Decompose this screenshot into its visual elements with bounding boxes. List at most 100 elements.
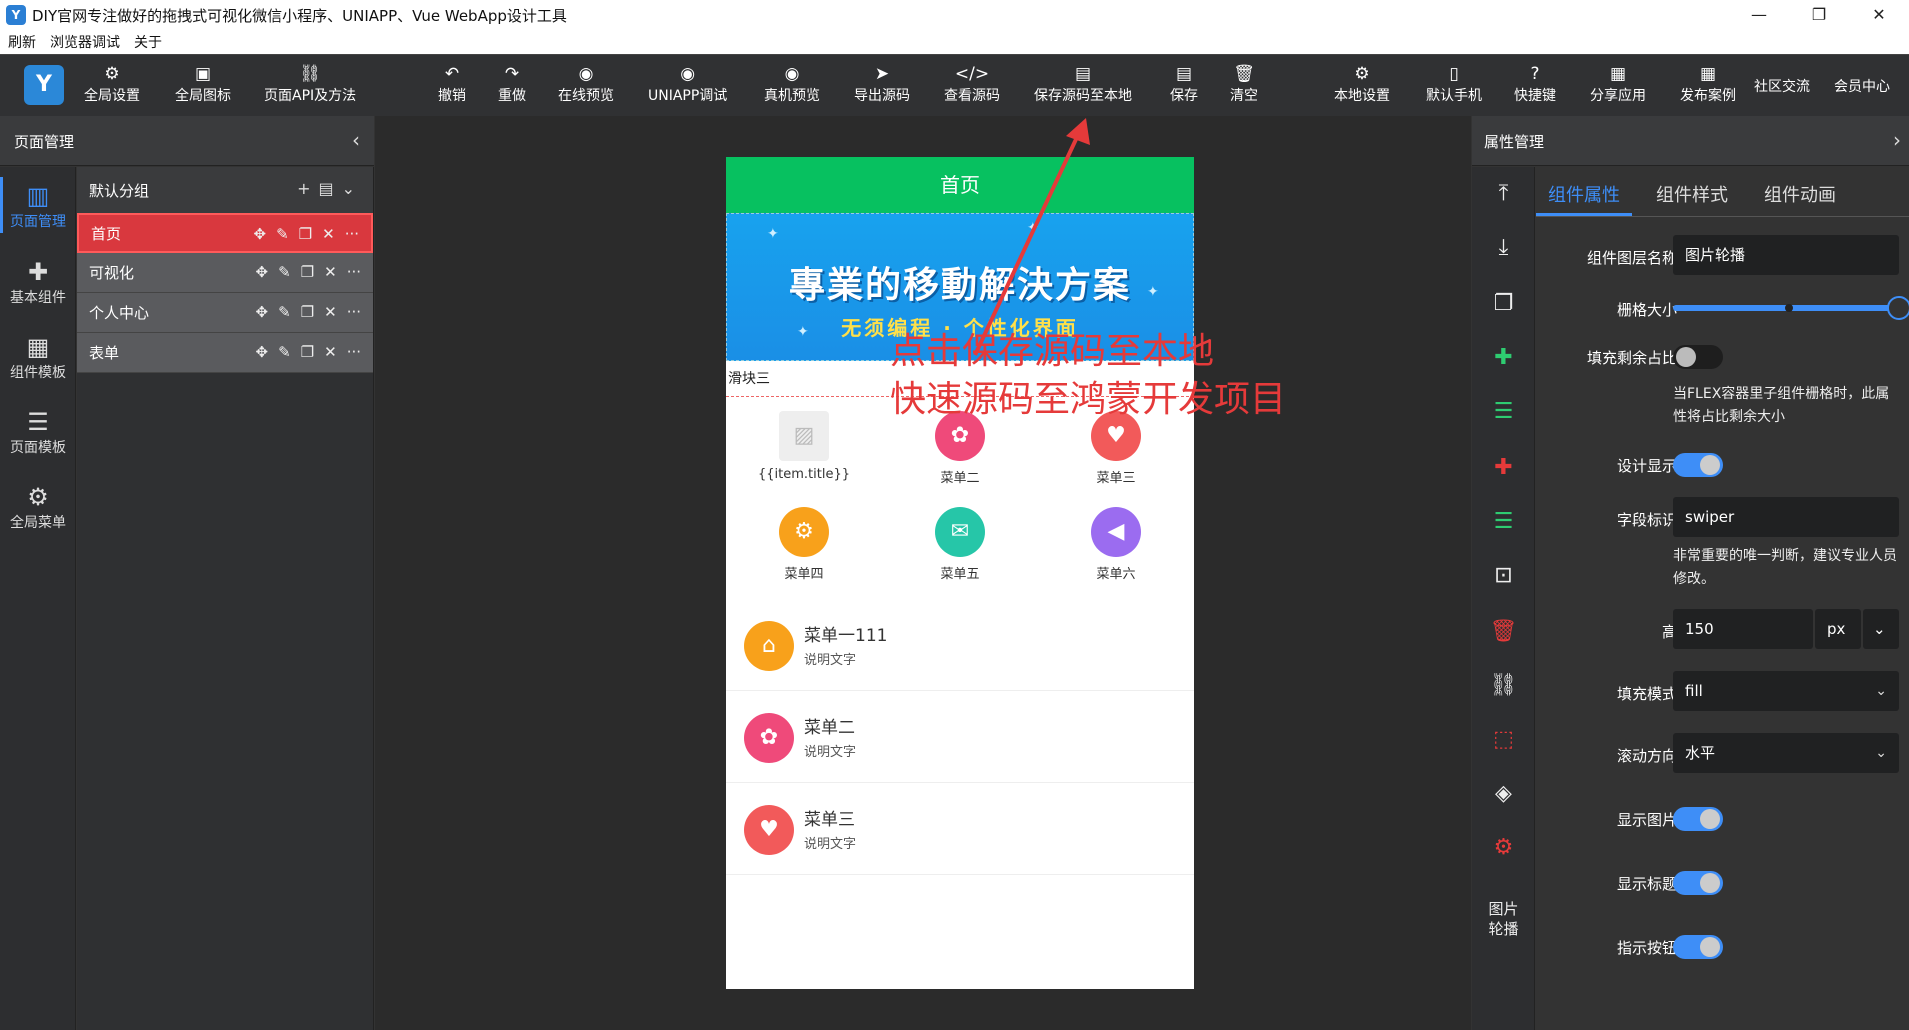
puzzle-icon[interactable]: ✚ [1472,345,1535,370]
select-icon[interactable]: ⬚ [1472,727,1535,752]
member-center-link[interactable]: 会员中心 [1834,76,1890,96]
copy-icon[interactable]: ❐ [301,343,314,361]
online-preview-button[interactable]: ◉ 在线预览 [558,63,614,105]
show-title-toggle[interactable] [1673,871,1723,895]
rail-label: 页面模板 [10,440,66,456]
collapse-left-icon[interactable]: ‹ [352,128,360,152]
more-icon[interactable]: ··· [347,303,361,321]
phone-preview[interactable]: 首页 ✦ ✦ ✦ ✦ 專業的移動解決方案 无须编程 · 个性化界面 滑块三 ▨ … [726,157,1194,989]
rail-page-manager[interactable]: ▥ 页面管理 [0,177,76,233]
height-input[interactable]: 150 [1673,609,1813,649]
maximize-button[interactable]: ❐ [1789,0,1849,30]
scroll-direction-select[interactable]: 水平 ⌄ [1673,733,1899,773]
edit-icon[interactable]: ✎ [278,263,291,281]
global-icons-button[interactable]: ▣ 全局图标 [175,63,231,105]
delete-icon[interactable]: ✕ [324,263,337,281]
redo-button[interactable]: ↷ 重做 [498,63,526,105]
copy-icon[interactable]: ❐ [301,303,314,321]
undo-button[interactable]: ↶ 撤销 [438,63,466,105]
menu-about[interactable]: 关于 [134,32,162,52]
rail-basic-components[interactable]: ✚ 基本组件 [0,257,76,307]
list-item[interactable]: ✿ 菜单二 说明文字 [726,691,1194,783]
uniapp-debug-button[interactable]: ◉ UNIAPP调试 [648,63,727,105]
layer-name-input[interactable]: 图片轮播 [1673,235,1899,275]
height-unit-select[interactable]: px [1815,609,1861,649]
indicator-toggle[interactable] [1673,935,1723,959]
menu-refresh[interactable]: 刷新 [8,32,36,52]
community-link[interactable]: 社区交流 [1754,76,1810,96]
trash-icon[interactable]: 🗑 [1472,619,1535,644]
page-group-header[interactable]: 默认分组 +▤⌄ [77,167,373,213]
menu-browser-debug[interactable]: 浏览器调试 [50,32,120,52]
gear-icon[interactable]: ⚙ [1472,835,1535,860]
more-icon[interactable]: ··· [347,343,361,361]
grid-item[interactable]: ✉ 菜单五 [882,503,1038,599]
chevron-down-icon[interactable]: ⌄ [342,179,363,198]
rail-global-menu[interactable]: ⚙ 全局菜单 [0,482,76,532]
close-button[interactable]: ✕ [1849,0,1909,30]
page-row-home[interactable]: 首页 ✥ ✎ ❐ ✕ ··· [77,213,373,253]
list-item[interactable]: ⌂ 菜单一111 说明文字 [726,599,1194,691]
field-id-input[interactable]: swiper [1673,497,1899,537]
add-icon[interactable]: + [297,179,318,198]
slider-thumb[interactable] [1887,296,1909,320]
collapse-right-icon[interactable]: › [1893,128,1901,152]
tab-component-props[interactable]: 组件属性 [1536,167,1632,216]
save-source-local-button[interactable]: ▤ 保存源码至本地 [1034,63,1132,105]
move-top-icon[interactable]: ⤒ [1472,181,1535,206]
grid-item[interactable]: ⚙ 菜单四 [726,503,882,599]
unlock-icon[interactable]: ⊡ [1472,563,1535,588]
rail-page-templates[interactable]: ☰ 页面模板 [0,407,76,457]
local-settings-button[interactable]: ⚙ 本地设置 [1334,63,1390,105]
more-icon[interactable]: ··· [345,225,359,243]
shortcuts-button[interactable]: ? 快捷键 [1514,63,1556,105]
document-add-icon[interactable]: ☰ [1472,509,1535,534]
clear-button[interactable]: 🗑 清空 [1230,63,1258,105]
page-row-form[interactable]: 表单 ✥ ✎ ❐ ✕ ··· [77,333,373,373]
chevron-down-icon[interactable]: ⌄ [1863,609,1899,649]
view-source-button[interactable]: </> 查看源码 [944,63,1000,105]
edit-list-icon[interactable]: ▤ [318,179,341,198]
default-phone-button[interactable]: ▯ 默认手机 [1426,63,1482,105]
rail-component-templates[interactable]: ▦ 组件模板 [0,332,76,382]
puzzle-icon[interactable]: ✚ [1472,455,1535,480]
copy-icon[interactable]: ❐ [299,225,312,243]
move-icon[interactable]: ✥ [256,263,269,281]
page-row-profile[interactable]: 个人中心 ✥ ✎ ❐ ✕ ··· [77,293,373,333]
edit-icon[interactable]: ✎ [276,225,289,243]
document-icon[interactable]: ☰ [1472,399,1535,424]
fill-mode-select[interactable]: fill ⌄ [1673,671,1899,711]
copy-icon[interactable]: ❐ [1472,291,1535,316]
delete-icon[interactable]: ✕ [324,303,337,321]
share-app-button[interactable]: ▦ 分享应用 [1590,63,1646,105]
grid-item[interactable]: ▨ {{item.title}} [726,407,882,503]
design-show-toggle[interactable] [1673,453,1723,477]
page-row-visual[interactable]: 可视化 ✥ ✎ ❐ ✕ ··· [77,253,373,293]
grid-item[interactable]: ◀ 菜单六 [1038,503,1194,599]
export-source-button[interactable]: ➤ 导出源码 [854,63,910,105]
list-item[interactable]: ♥ 菜单三 说明文字 [726,783,1194,875]
page-api-button[interactable]: ⛓ 页面API及方法 [264,63,356,105]
device-preview-button[interactable]: ◉ 真机预览 [764,63,820,105]
save-button[interactable]: ▤ 保存 [1170,63,1198,105]
move-icon[interactable]: ✥ [256,303,269,321]
minimize-button[interactable]: — [1729,0,1789,30]
more-icon[interactable]: ··· [347,263,361,281]
delete-icon[interactable]: ✕ [322,225,335,243]
layers-icon[interactable]: ◈ [1472,781,1535,806]
move-icon[interactable]: ✥ [256,343,269,361]
edit-icon[interactable]: ✎ [278,303,291,321]
move-bottom-icon[interactable]: ⤓ [1472,235,1535,260]
publish-case-button[interactable]: ▦ 发布案例 [1680,63,1736,105]
delete-icon[interactable]: ✕ [324,343,337,361]
fill-rest-toggle[interactable] [1673,345,1723,369]
tab-component-animation[interactable]: 组件动画 [1752,167,1848,216]
grid-size-slider[interactable] [1673,296,1909,320]
edit-icon[interactable]: ✎ [278,343,291,361]
move-icon[interactable]: ✥ [254,225,267,243]
tab-component-style[interactable]: 组件样式 [1644,167,1740,216]
global-settings-button[interactable]: ⚙ 全局设置 [84,63,140,105]
link-icon[interactable]: ⛓ [1472,673,1535,698]
show-image-toggle[interactable] [1673,807,1723,831]
copy-icon[interactable]: ❐ [301,263,314,281]
